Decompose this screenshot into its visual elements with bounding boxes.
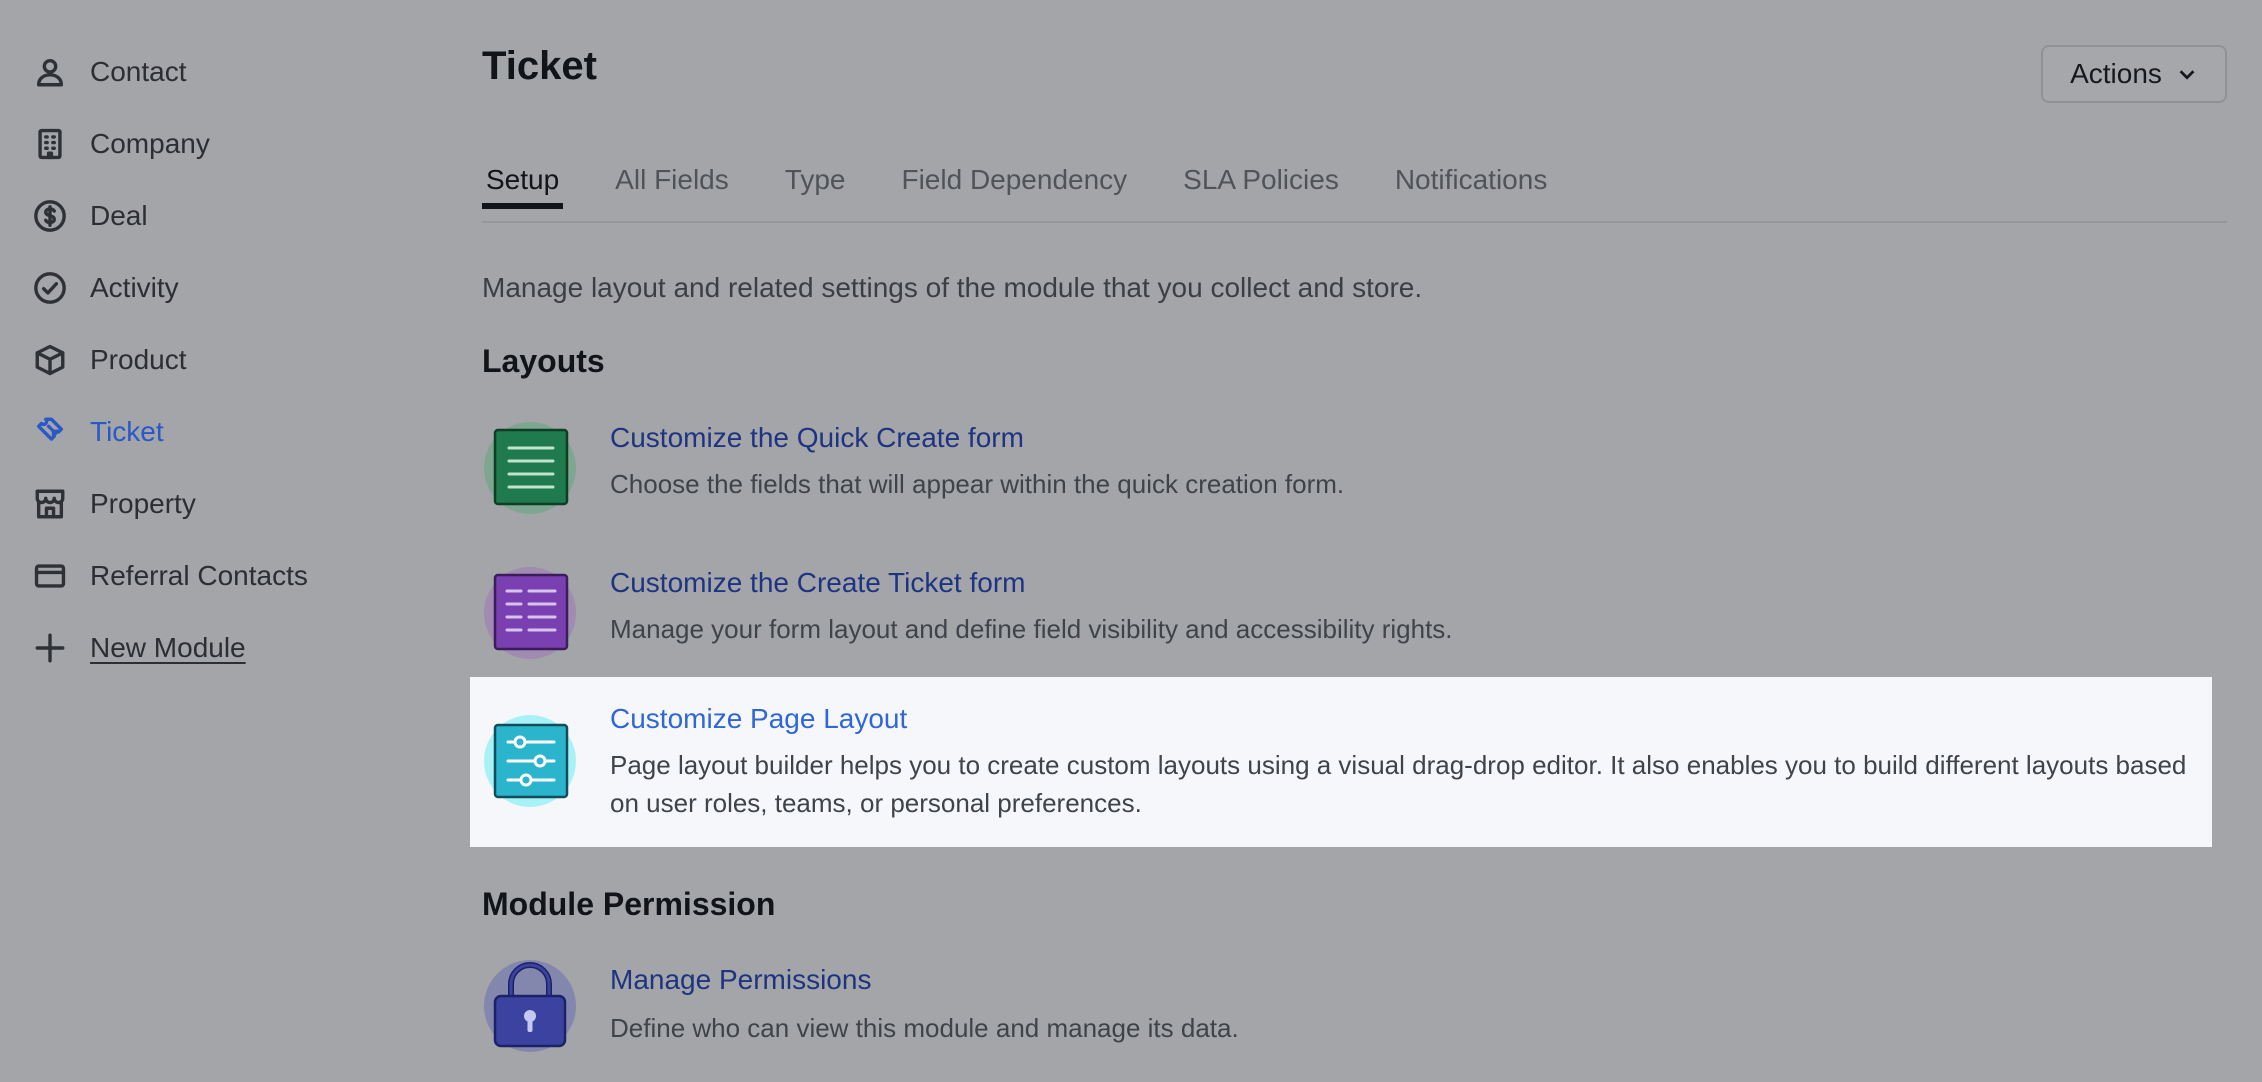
sidebar-item-product[interactable]: Product (0, 324, 420, 396)
customize-quick-create-link[interactable]: Customize the Quick Create form (610, 422, 1024, 454)
sidebar-item-label: Property (90, 488, 196, 519)
tab-sla-policies[interactable]: SLA Policies (1179, 150, 1343, 205)
customize-create-ticket-link[interactable]: Customize the Create Ticket form (610, 567, 1025, 599)
manage-permissions-link[interactable]: Manage Permissions (610, 964, 871, 996)
sidebar-item-contact[interactable]: Contact (0, 36, 420, 108)
permission-item-manage: Manage Permissions Define who can view t… (470, 950, 2212, 1065)
sidebar-item-label: Referral Contacts (90, 560, 308, 591)
sidebar: Contact Company Deal Activity Product Ti… (0, 36, 420, 684)
sidebar-item-ticket[interactable]: Ticket (0, 396, 420, 468)
item-description: Page layout builder helps you to create … (610, 750, 2187, 818)
dollar-circle-icon (32, 198, 68, 234)
building-icon (32, 126, 68, 162)
layout-item-quick-create: Customize the Quick Create form Choose t… (470, 410, 2212, 520)
intro-text: Manage layout and related settings of th… (482, 272, 1423, 303)
sidebar-item-label: Deal (90, 200, 148, 231)
tab-all-fields[interactable]: All Fields (611, 150, 733, 205)
person-icon (32, 54, 68, 90)
form-lines-icon (484, 422, 576, 514)
sidebar-item-label: Contact (90, 56, 187, 87)
chevron-down-icon (2179, 70, 2195, 80)
tab-type[interactable]: Type (781, 150, 850, 205)
sidebar-item-label: Activity (90, 272, 179, 303)
module-permission-heading: Module Permission (482, 886, 776, 922)
tab-field-dependency[interactable]: Field Dependency (897, 150, 1131, 205)
item-description: Manage your form layout and define field… (610, 614, 1453, 644)
check-circle-icon (32, 270, 68, 306)
tab-bar: Setup All Fields Type Field Dependency S… (482, 150, 2227, 223)
item-description: Choose the fields that will appear withi… (610, 469, 1345, 499)
sidebar-item-deal[interactable]: Deal (0, 180, 420, 252)
layout-item-page-layout: Customize Page Layout Page layout builde… (470, 677, 2212, 847)
form-grid-icon (484, 567, 576, 659)
item-description: Define who can view this module and mana… (610, 1013, 1239, 1043)
storefront-icon (32, 486, 68, 522)
sidebar-item-label: New Module (90, 632, 246, 663)
sidebar-item-referral-contacts[interactable]: Referral Contacts (0, 540, 420, 612)
sidebar-item-label: Company (90, 128, 210, 159)
sliders-icon (484, 715, 576, 807)
sidebar-item-new-module[interactable]: New Module (0, 612, 420, 684)
sidebar-item-property[interactable]: Property (0, 468, 420, 540)
sidebar-item-activity[interactable]: Activity (0, 252, 420, 324)
sidebar-item-company[interactable]: Company (0, 108, 420, 180)
tab-notifications[interactable]: Notifications (1391, 150, 1552, 205)
padlock-icon (484, 960, 576, 1052)
actions-button[interactable]: Actions (2041, 45, 2227, 103)
customize-page-layout-link[interactable]: Customize Page Layout (610, 703, 907, 735)
actions-label: Actions (2070, 58, 2162, 89)
card-icon (32, 558, 68, 594)
tab-setup[interactable]: Setup (482, 150, 564, 209)
layouts-heading: Layouts (482, 343, 605, 379)
box-icon (32, 342, 68, 378)
ticket-icon (32, 414, 68, 450)
layout-item-create-ticket: Customize the Create Ticket form Manage … (470, 555, 2212, 665)
plus-icon (32, 630, 68, 666)
page-title: Ticket (482, 44, 597, 88)
sidebar-item-label: Ticket (90, 416, 164, 447)
sidebar-item-label: Product (90, 344, 187, 375)
